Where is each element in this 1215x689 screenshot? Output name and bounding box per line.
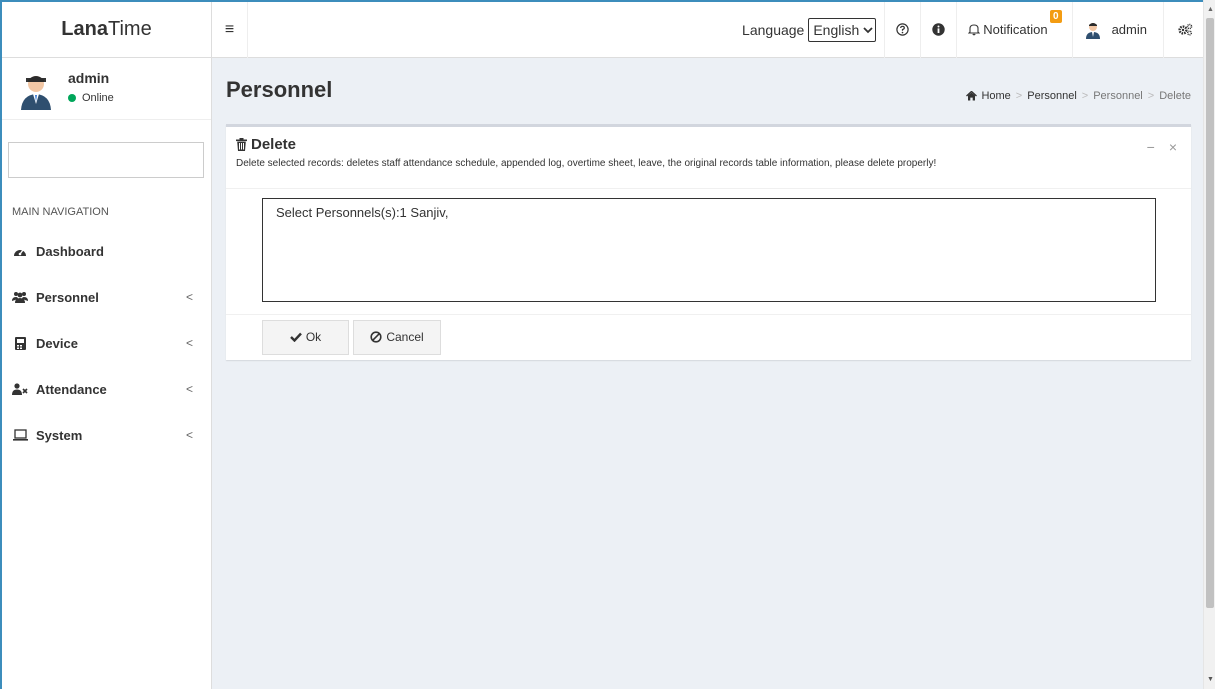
sidebar-item-label: Personnel — [36, 289, 99, 305]
scroll-up-arrow-icon[interactable]: ▲ — [1207, 6, 1214, 13]
breadcrumb-separator: > — [1015, 90, 1023, 102]
navbar-user-name: admin — [1111, 22, 1147, 37]
chevron-left-icon: < — [185, 428, 193, 442]
sidebar-item-system[interactable]: System < — [2, 412, 211, 458]
user-panel: admin Online — [2, 58, 211, 120]
user-avatar-icon — [1085, 22, 1100, 39]
user-avatar-icon — [21, 76, 51, 110]
language-label: Language — [742, 21, 805, 38]
nav-header: MAIN NAVIGATION — [12, 206, 109, 218]
sidebar-item-label: System — [36, 427, 83, 443]
ok-label: Ok — [305, 330, 322, 344]
breadcrumb-separator: > — [1147, 90, 1155, 102]
sidebar-item-dashboard[interactable]: Dashboard — [2, 228, 211, 274]
trash-icon — [236, 138, 247, 151]
sidebar-search-input[interactable] — [8, 142, 204, 178]
box-header: Delete Delete selected records: deletes … — [226, 127, 1191, 189]
user-status-text: Online — [82, 92, 114, 104]
breadcrumb-separator: > — [1081, 90, 1089, 102]
bell-icon — [968, 24, 981, 36]
help-button[interactable] — [884, 2, 920, 58]
chevron-down-icon — [863, 26, 873, 33]
close-icon[interactable]: × — [1169, 139, 1177, 155]
sidebar-item-personnel[interactable]: Personnel < — [2, 274, 211, 320]
hamburger-icon: ≡ — [224, 20, 235, 38]
brand-bold: Lana — [61, 18, 108, 40]
dashboard-icon — [12, 245, 28, 257]
user-menu-button[interactable]: admin — [1071, 2, 1163, 58]
content-header: Personnel Home > Personnel > Personnel >… — [212, 58, 1205, 124]
breadcrumb: Home > Personnel > Personnel > Delete — [966, 90, 1191, 102]
top-navbar: ≡ Language English Notification 0 admin — [212, 2, 1205, 58]
ban-icon — [370, 331, 382, 343]
breadcrumb-home[interactable]: Home — [981, 90, 1010, 102]
selected-personnel-textarea[interactable]: Select Personnels(s):1 Sanjiv, — [262, 198, 1156, 302]
laptop-icon — [12, 429, 28, 441]
app-window: Lana Time admin Online MAIN NAVIGATION D… — [0, 0, 1215, 689]
scroll-down-arrow-icon[interactable]: ▼ — [1207, 676, 1214, 683]
navbar-right: Language English Notification 0 admin — [742, 2, 1205, 58]
box-footer: Ok Cancel — [226, 315, 1191, 359]
ok-button[interactable]: Ok — [262, 319, 349, 355]
sidebar-item-label: Attendance — [36, 381, 107, 397]
sidebar-item-label: Dashboard — [36, 243, 104, 259]
box-title-text: Delete — [251, 136, 297, 153]
page-scrollbar[interactable]: ▲ ▼ — [1203, 0, 1215, 689]
sidebar-item-device[interactable]: Device < — [2, 320, 211, 366]
breadcrumb-personnel[interactable]: Personnel — [1027, 90, 1077, 102]
notification-label: Notification — [983, 22, 1048, 37]
gears-icon — [1178, 23, 1193, 36]
cancel-label: Cancel — [386, 330, 424, 344]
user-x-icon — [12, 383, 28, 395]
language-selected-value: English — [813, 21, 860, 38]
notification-count-badge: 0 — [1050, 9, 1062, 23]
chevron-left-icon: < — [185, 382, 193, 396]
language-select[interactable]: English — [808, 17, 877, 42]
delete-box: Delete Delete selected records: deletes … — [226, 124, 1191, 360]
sidebar-item-attendance[interactable]: Attendance < — [2, 366, 211, 412]
check-icon — [289, 332, 302, 342]
device-icon — [12, 336, 28, 350]
content-wrapper: Personnel Home > Personnel > Personnel >… — [212, 58, 1205, 689]
menu-toggle-button[interactable]: ≡ — [212, 2, 248, 58]
scrollbar-thumb[interactable] — [1206, 18, 1214, 608]
page-title: Personnel — [226, 77, 333, 102]
box-tools: − × — [1133, 139, 1177, 155]
user-status: Online — [68, 92, 114, 104]
home-icon — [966, 91, 978, 101]
cancel-button[interactable]: Cancel — [353, 319, 441, 355]
brand-logo[interactable]: Lana Time — [2, 2, 211, 58]
online-dot-icon — [68, 94, 76, 102]
sidebar: Lana Time admin Online MAIN NAVIGATION D… — [2, 2, 212, 689]
chevron-left-icon: < — [185, 336, 193, 350]
settings-button[interactable] — [1163, 2, 1205, 58]
sidebar-item-label: Device — [36, 335, 78, 351]
minimize-icon[interactable]: − — [1147, 139, 1155, 155]
info-button[interactable] — [920, 2, 956, 58]
notification-button[interactable]: Notification 0 — [956, 2, 1071, 58]
delete-warning-text: Delete selected records: deletes staff a… — [236, 158, 937, 169]
breadcrumb-delete: Delete — [1159, 90, 1191, 102]
chevron-left-icon: < — [185, 290, 193, 304]
users-icon — [12, 291, 28, 303]
info-circle-icon — [932, 23, 945, 36]
box-body: Select Personnels(s):1 Sanjiv, — [226, 189, 1191, 315]
brand-light: Time — [107, 18, 152, 40]
user-name: admin — [68, 70, 110, 86]
box-title: Delete — [236, 136, 1181, 153]
language-switcher: Language English — [742, 17, 877, 42]
question-circle-icon — [896, 23, 909, 36]
breadcrumb-personnel-sub[interactable]: Personnel — [1093, 90, 1143, 102]
